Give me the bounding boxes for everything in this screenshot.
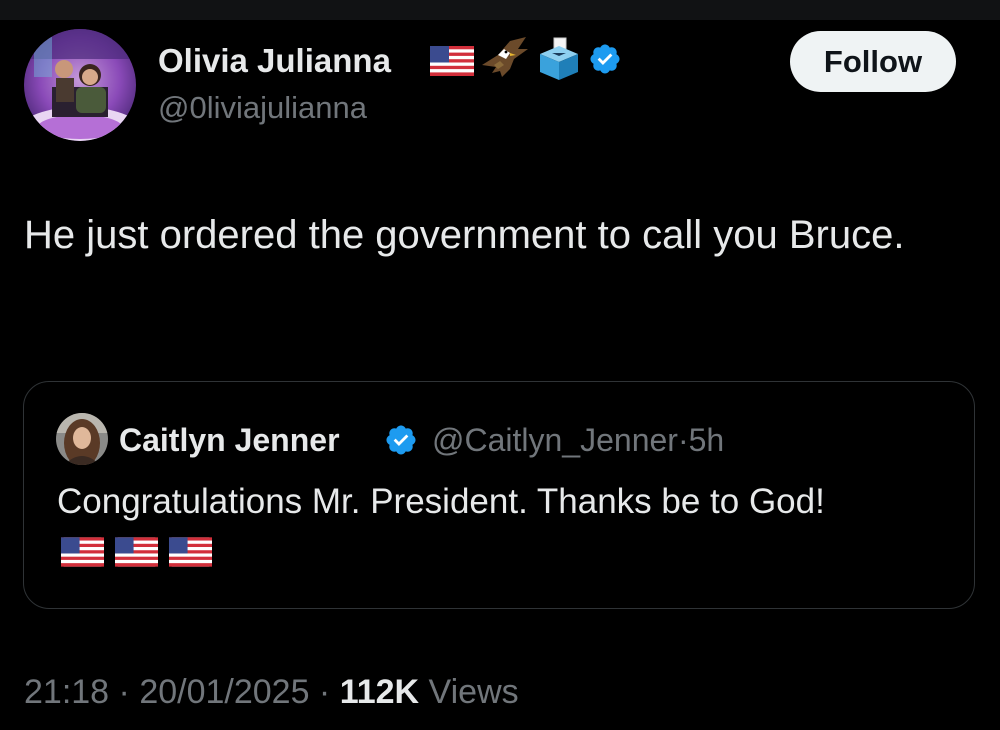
ballot-box-icon <box>536 36 582 87</box>
tweet-time[interactable]: 21:18 <box>24 673 109 711</box>
author-name-badges <box>430 36 622 86</box>
quote-author-handle[interactable]: @Caitlyn_Jenner <box>432 422 678 458</box>
us-flag-icon <box>115 537 158 567</box>
tweet-text: He just ordered the government to call y… <box>24 213 905 257</box>
verified-badge-icon <box>588 42 622 81</box>
author-handle[interactable]: @0liviajulianna <box>158 90 367 126</box>
meta-separator: · <box>309 673 340 711</box>
quoted-tweet-card[interactable]: Caitlyn Jenner @Caitlyn_Jenner·5h Congra… <box>23 381 975 609</box>
eagle-icon <box>480 35 530 88</box>
us-flag-icon <box>169 537 212 567</box>
tweet-date[interactable]: 20/01/2025 <box>139 673 309 711</box>
us-flag-icon <box>61 537 104 567</box>
quote-author-avatar[interactable] <box>56 413 108 465</box>
quote-avatar-image <box>56 413 108 465</box>
quote-author-meta: @Caitlyn_Jenner·5h <box>432 422 724 459</box>
author-avatar[interactable] <box>24 29 136 141</box>
author-avatar-image <box>24 29 136 141</box>
views-count[interactable]: 112K <box>340 673 419 711</box>
author-display-name[interactable]: Olivia Julianna <box>158 42 391 80</box>
follow-button[interactable]: Follow <box>790 31 956 92</box>
quote-emojis <box>61 537 212 567</box>
tweet-meta: 21:18 · 20/01/2025 · 112K Views <box>24 673 519 712</box>
us-flag-icon <box>430 46 474 76</box>
meta-separator: · <box>109 673 140 711</box>
verified-badge-icon <box>384 423 418 462</box>
quote-author-name[interactable]: Caitlyn Jenner <box>119 422 340 459</box>
top-edge-bar <box>0 0 1000 20</box>
views-label: Views <box>419 673 519 711</box>
quote-timestamp[interactable]: 5h <box>689 422 725 458</box>
quote-separator: · <box>677 422 689 458</box>
quote-text: Congratulations Mr. President. Thanks be… <box>57 482 825 521</box>
